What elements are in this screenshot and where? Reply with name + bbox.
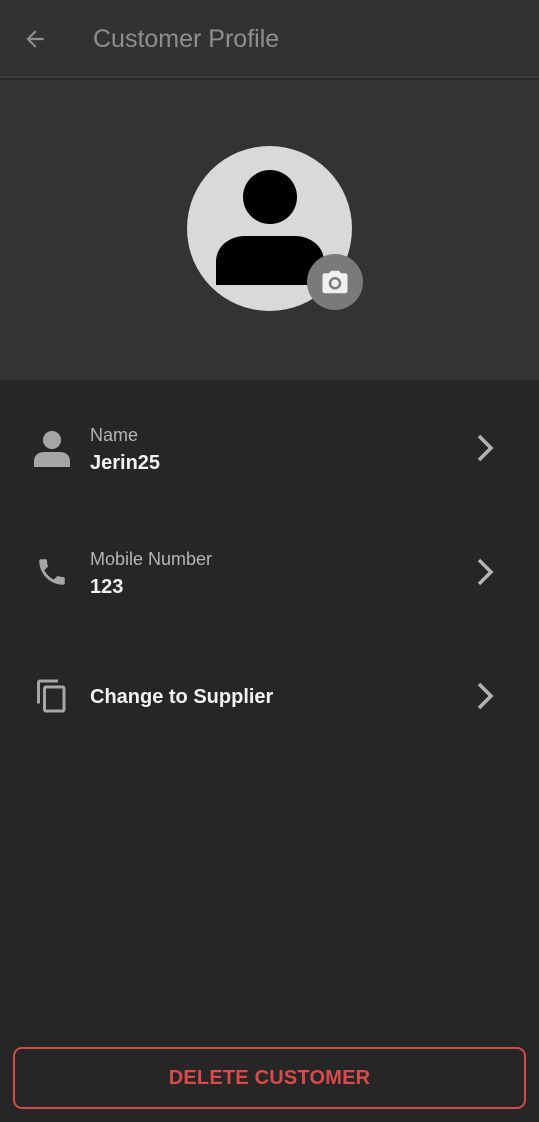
phone-icon (39, 559, 65, 585)
page-title: Customer Profile (93, 25, 280, 53)
app-bar: Customer Profile (0, 0, 539, 78)
person-icon (34, 431, 70, 467)
change-to-supplier-row[interactable]: Change to Supplier (0, 646, 539, 746)
profile-photo-section (0, 80, 539, 380)
chevron-right-icon (477, 682, 494, 710)
delete-customer-label: DELETE CUSTOMER (168, 1066, 371, 1089)
name-value: Jerin25 (90, 452, 161, 474)
mobile-number-row[interactable]: Mobile Number 123 (0, 522, 539, 622)
chevron-right-icon (477, 434, 494, 462)
delete-customer-button[interactable]: DELETE CUSTOMER (13, 1047, 526, 1109)
mobile-number-label: Mobile Number (90, 549, 213, 569)
mobile-number-value: 123 (90, 576, 124, 598)
name-row[interactable]: Name Jerin25 (0, 398, 539, 498)
copy-icon (37, 679, 66, 713)
chevron-right-icon (477, 558, 494, 586)
camera-icon (322, 270, 348, 294)
name-label: Name (90, 425, 139, 445)
arrow-left-icon (26, 30, 44, 48)
change-to-supplier-label: Change to Supplier (90, 686, 274, 708)
back-button[interactable] (14, 20, 56, 58)
change-photo-button[interactable] (307, 254, 363, 310)
